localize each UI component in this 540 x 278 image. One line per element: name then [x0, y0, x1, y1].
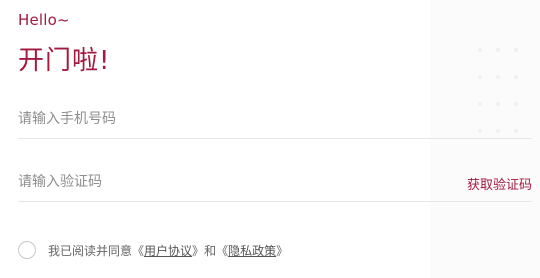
agreement-checkbox[interactable] — [18, 241, 36, 259]
quote-open-1: 《 — [132, 243, 145, 258]
page-title: 开门啦! — [18, 46, 111, 76]
agreement-and: 和 — [204, 243, 217, 258]
privacy-policy-link[interactable]: 隐私政策 — [228, 242, 276, 259]
agreement-row: 我已阅读并同意 《 用户协议 》 和 《 隐私政策 》 — [18, 239, 288, 261]
get-code-button[interactable]: 获取验证码 — [467, 174, 532, 193]
quote-open-2: 《 — [216, 243, 229, 258]
code-field: 获取验证码 — [18, 165, 532, 202]
phone-input[interactable] — [18, 104, 438, 134]
quote-close-2: 》 — [276, 243, 289, 258]
agreement-prefix: 我已阅读并同意 — [48, 243, 133, 258]
background-decoration — [430, 0, 540, 278]
verification-code-input[interactable] — [18, 167, 438, 197]
login-page: Hello~ 开门啦! 获取验证码 我已阅读并同意 《 用户协议 》 和 《 隐… — [0, 0, 540, 278]
user-agreement-link[interactable]: 用户协议 — [144, 242, 192, 259]
quote-close-1: 》 — [192, 243, 205, 258]
greeting-text: Hello~ — [18, 11, 70, 29]
phone-field — [18, 102, 532, 139]
